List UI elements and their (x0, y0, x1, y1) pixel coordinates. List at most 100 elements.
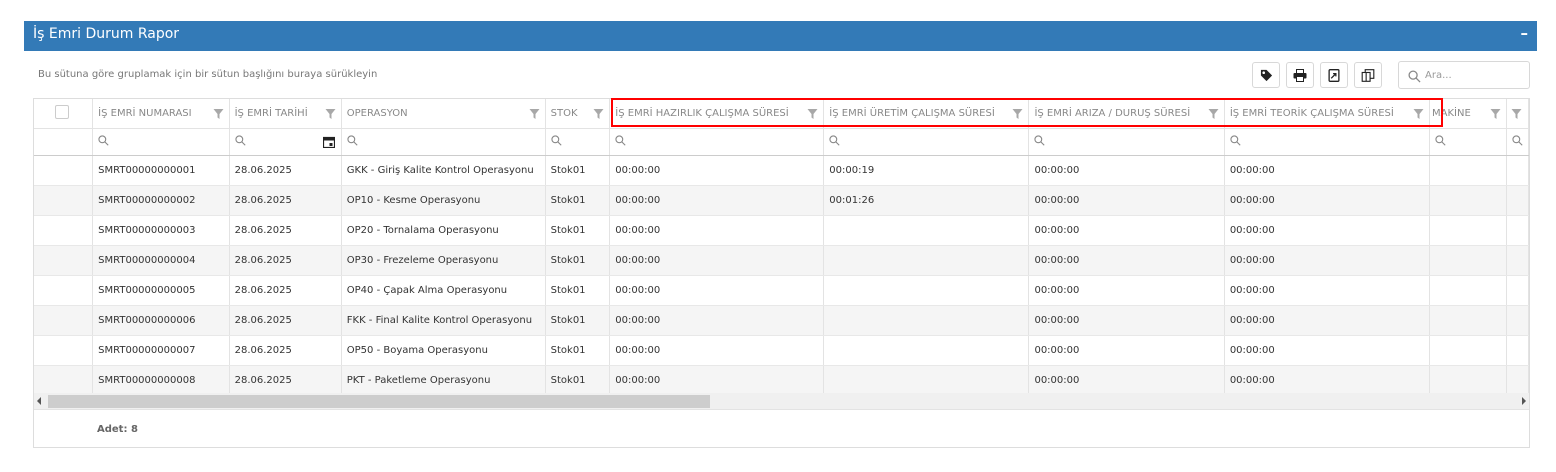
search-icon (1230, 134, 1241, 146)
filter-icon[interactable] (593, 109, 604, 122)
column-header-teorik-suresi[interactable]: İŞ EMRİ TEORİK ÇALIŞMA SÜRESİ (1224, 99, 1430, 129)
print-button[interactable] (1286, 62, 1314, 88)
cell-operasyon: OP30 - Frezeleme Operasyonu (341, 245, 546, 276)
filter-cell-operasyon[interactable] (341, 128, 546, 156)
cell-hazirlik-suresi: 00:00:00 (609, 305, 825, 336)
filter-cell-overflow[interactable] (1506, 128, 1529, 156)
print-icon (1293, 68, 1307, 82)
filter-cell-is-emri-tarihi[interactable] (229, 128, 342, 156)
filter-cell-uretim-suresi[interactable] (823, 128, 1030, 156)
cell-teorik-suresi: 00:00:00 (1224, 365, 1430, 396)
cell-ariza-durus-suresi: 00:00:00 (1028, 185, 1225, 216)
scroll-left-arrow[interactable] (37, 397, 41, 405)
filter-icon[interactable] (213, 109, 224, 122)
search-input[interactable] (1425, 66, 1525, 84)
column-header-is-emri-tarihi[interactable]: İŞ EMRİ TARİHİ (229, 99, 342, 129)
filter-cell-hazirlik-suresi[interactable] (609, 128, 825, 156)
search-icon (1408, 70, 1421, 83)
cell-is-emri-tarihi: 28.06.2025 (229, 365, 342, 396)
cell-overflow (1506, 245, 1529, 276)
filter-icon[interactable] (529, 109, 540, 122)
cell-operasyon: OP40 - Çapak Alma Operasyonu (341, 275, 546, 306)
search-box[interactable] (1398, 61, 1530, 89)
cell-teorik-suresi: 00:00:00 (1224, 155, 1430, 186)
cell-uretim-suresi (823, 365, 1030, 396)
scrollbar-thumb[interactable] (48, 395, 710, 408)
cell-ariza-durus-suresi: 00:00:00 (1028, 245, 1225, 276)
cell-operasyon: GKK - Giriş Kalite Kontrol Operasyonu (341, 155, 546, 186)
column-header-makine[interactable]: MAKİNE (1429, 99, 1507, 129)
column-header-hazirlik-suresi[interactable]: İŞ EMRİ HAZIRLIK ÇALIŞMA SÜRESİ (609, 99, 825, 129)
cell-uretim-suresi (823, 335, 1030, 366)
cell-stok: Stok01 (545, 275, 611, 306)
filter-cell-empty (34, 128, 94, 156)
table-row[interactable]: SMRT00000000002 28.06.2025 OP10 - Kesme Op… (34, 185, 1529, 216)
column-header-operasyon[interactable]: OPERASYON (341, 99, 546, 129)
filter-cell-stok[interactable] (545, 128, 611, 156)
filter-icon[interactable] (1413, 109, 1424, 122)
filter-icon[interactable] (1012, 109, 1023, 122)
calendar-icon[interactable] (322, 136, 335, 151)
table-row[interactable]: SMRT00000000006 28.06.2025 FKK - Final Kal… (34, 305, 1529, 336)
cell-teorik-suresi: 00:00:00 (1224, 305, 1430, 336)
cell-uretim-suresi: 00:01:26 (823, 185, 1030, 216)
horizontal-scrollbar[interactable] (34, 393, 1529, 409)
cell-is-emri-tarihi: 28.06.2025 (229, 155, 342, 186)
table-row[interactable]: SMRT00000000005 28.06.2025 OP40 - Çapak Al… (34, 275, 1529, 306)
column-header-is-emri-numarasi[interactable]: İŞ EMRİ NUMARASI (92, 99, 230, 129)
cell-ariza-durus-suresi: 00:00:00 (1028, 305, 1225, 336)
cell-hazirlik-suresi: 00:00:00 (609, 155, 825, 186)
cell-ariza-durus-suresi: 00:00:00 (1028, 275, 1225, 306)
table-row[interactable]: SMRT00000000007 28.06.2025 OP50 - Boyama O… (34, 335, 1529, 366)
cell-overflow (1506, 365, 1529, 396)
select-all-checkbox[interactable] (55, 105, 69, 120)
cell-is-emri-tarihi: 28.06.2025 (229, 185, 342, 216)
filter-icon[interactable] (325, 109, 336, 122)
cell-overflow (1506, 305, 1529, 336)
table-row[interactable]: SMRT00000000001 28.06.2025 GKK - Giriş Kal… (34, 155, 1529, 186)
cell-is-emri-tarihi: 28.06.2025 (229, 335, 342, 366)
filter-icon[interactable] (1511, 109, 1522, 122)
cell-overflow (1506, 215, 1529, 246)
filter-cell-is-emri-numarasi[interactable] (92, 128, 230, 156)
cell-uretim-suresi (823, 215, 1030, 246)
column-chooser-button[interactable] (1354, 62, 1382, 88)
tag-button[interactable] (1252, 62, 1280, 88)
cell-overflow (1506, 335, 1529, 366)
column-header-uretim-suresi[interactable]: İŞ EMRİ ÜRETİM ÇALIŞMA SÜRESİ (823, 99, 1030, 129)
cell-ariza-durus-suresi: 00:00:00 (1028, 155, 1225, 186)
filter-cell-makine[interactable] (1429, 128, 1507, 156)
table-row[interactable]: SMRT00000000008 28.06.2025 PKT - Paketleme… (34, 365, 1529, 396)
cell-stok: Stok01 (545, 365, 611, 396)
cell-teorik-suresi: 00:00:00 (1224, 215, 1430, 246)
filter-cell-teorik-suresi[interactable] (1224, 128, 1430, 156)
export-button[interactable] (1320, 62, 1348, 88)
column-header-ariza-durus-suresi[interactable]: İŞ EMRİ ARIZA / DURUŞ SÜRESİ (1028, 99, 1225, 129)
scroll-right-arrow[interactable] (1522, 397, 1526, 405)
cell-makine (1429, 335, 1507, 366)
cell-ariza-durus-suresi: 00:00:00 (1028, 365, 1225, 396)
filter-icon[interactable] (807, 109, 818, 122)
table-row[interactable]: SMRT00000000004 28.06.2025 OP30 - Frezelem… (34, 245, 1529, 276)
cell-teorik-suresi: 00:00:00 (1224, 335, 1430, 366)
collapse-button[interactable]: – (1521, 24, 1529, 42)
cell-uretim-suresi: 00:00:19 (823, 155, 1030, 186)
cell-operasyon: PKT - Paketleme Operasyonu (341, 365, 546, 396)
footer-divider (34, 409, 1529, 410)
filter-icon[interactable] (1208, 109, 1219, 122)
cell-is-emri-numarasi: SMRT00000000007 (92, 335, 230, 366)
cell-stok: Stok01 (545, 335, 611, 366)
filter-icon[interactable] (1490, 109, 1501, 122)
column-header-stok[interactable]: STOK (545, 99, 611, 129)
cell-hazirlik-suresi: 00:00:00 (609, 215, 825, 246)
cell-hazirlik-suresi: 00:00:00 (609, 335, 825, 366)
cell-operasyon: OP20 - Tornalama Operasyonu (341, 215, 546, 246)
cell-stok: Stok01 (545, 245, 611, 276)
filter-row (34, 128, 1529, 156)
table-row[interactable]: SMRT00000000003 28.06.2025 OP20 - Tornalam… (34, 215, 1529, 246)
cell-teorik-suresi: 00:00:00 (1224, 185, 1430, 216)
cell-ariza-durus-suresi: 00:00:00 (1028, 215, 1225, 246)
filter-cell-ariza-durus-suresi[interactable] (1028, 128, 1225, 156)
cell-makine (1429, 185, 1507, 216)
column-chooser-icon (1361, 68, 1375, 82)
